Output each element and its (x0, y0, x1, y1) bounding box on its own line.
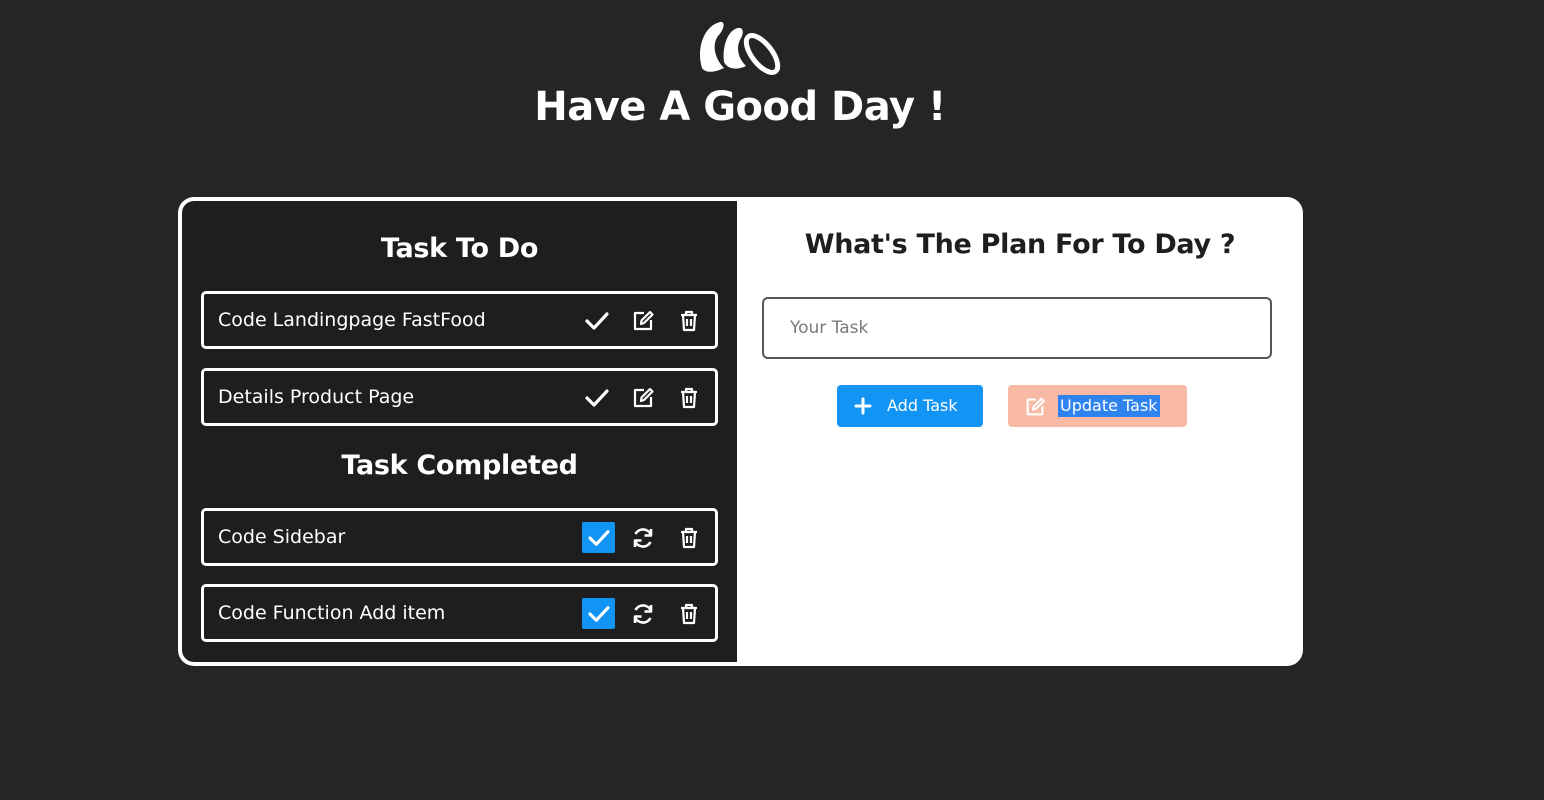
check-icon[interactable] (582, 306, 612, 336)
edit-icon[interactable] (628, 383, 658, 413)
trash-icon[interactable] (674, 523, 704, 553)
todo-task-item: Code Landingpage FastFood (201, 291, 718, 349)
completed-task-item: Code Function Add item (201, 584, 718, 642)
task-list-panel: Task To Do Code Landingpage FastFood Det… (182, 201, 737, 662)
task-card: Task To Do Code Landingpage FastFood Det… (178, 197, 1303, 666)
add-task-label: Add Task (887, 396, 958, 415)
update-task-label: Update Task (1058, 395, 1160, 417)
page-title: Have A Good Day ! (534, 84, 946, 130)
plan-title: What's The Plan For To Day ? (804, 229, 1236, 260)
add-task-button[interactable]: Add Task (837, 385, 983, 427)
brand-logo-icon (700, 21, 781, 75)
task-label: Code Sidebar (218, 526, 346, 548)
refresh-icon[interactable] (628, 523, 658, 553)
todo-task-item: Details Product Page (201, 368, 718, 426)
task-label: Code Landingpage FastFood (218, 309, 486, 331)
todo-section-title: Task To Do (380, 233, 539, 264)
completed-section-title: Task Completed (341, 450, 578, 481)
trash-icon[interactable] (674, 306, 704, 336)
checked-checkbox-icon[interactable] (582, 598, 615, 629)
completed-task-item: Code Sidebar (201, 508, 718, 566)
refresh-icon[interactable] (628, 599, 658, 629)
edit-icon (1026, 397, 1045, 416)
trash-icon[interactable] (674, 599, 704, 629)
checked-checkbox-icon[interactable] (582, 522, 615, 553)
update-task-button[interactable]: Update Task (1008, 385, 1187, 427)
trash-icon[interactable] (674, 383, 704, 413)
edit-icon[interactable] (628, 306, 658, 336)
task-label: Code Function Add item (218, 602, 446, 624)
plus-icon (854, 397, 872, 415)
task-input[interactable] (762, 297, 1272, 359)
check-icon[interactable] (582, 383, 612, 413)
task-label: Details Product Page (218, 386, 415, 408)
